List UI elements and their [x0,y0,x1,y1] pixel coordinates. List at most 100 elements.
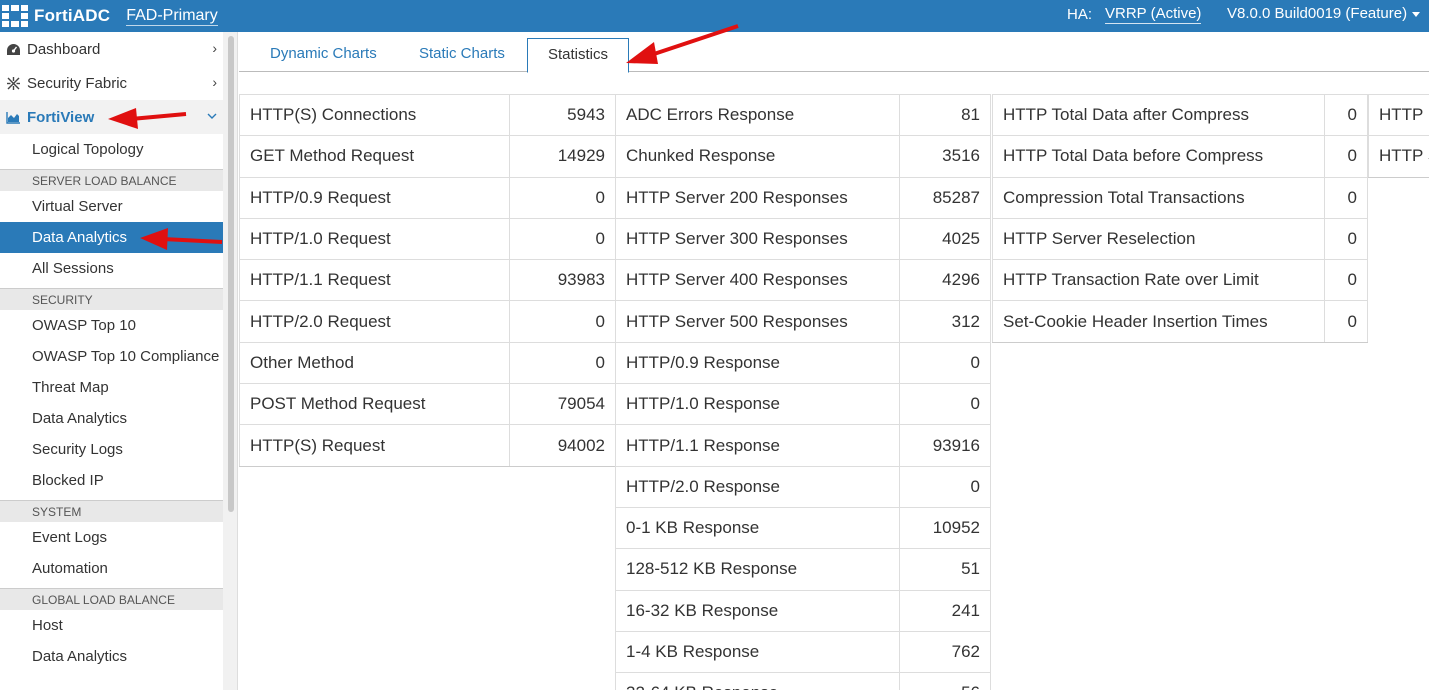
table-row: ADC Errors Response 81 [614,93,991,136]
table-row: HTTP/0.9 Response 0 [614,341,991,384]
sidebar-item-security-fabric[interactable]: Security Fabric › [0,66,223,100]
table-row: HTTP Server Reselection 0 [991,217,1368,260]
stat-value: 79054 [509,383,616,425]
stat-value: 762 [899,630,991,673]
table-row: HTTP Server 200 Responses 85287 [614,176,991,219]
table-row: HTTP/2.0 Request 0 [238,300,616,343]
stat-label: HTTP(S) Connections [238,93,511,136]
table-row: HTTP Total Data before Compress 0 [991,135,1368,178]
sidebar-item-event-logs[interactable]: Event Logs [0,522,223,553]
annotation-arrow-statistics [626,24,739,64]
stats-table-overflow: HTTP RHTTP S [1367,93,1429,178]
sidebar-group-global-load-balance: GLOBAL LOAD BALANCE [0,588,223,610]
stat-value: 4025 [899,217,991,260]
stat-value: 81 [899,93,991,136]
sidebar-item-label: Dashboard [27,40,101,58]
stat-label: 32-64 KB Response [614,672,901,690]
stat-value: 5943 [509,93,616,136]
stat-label: HTTP Server 200 Responses [614,176,901,219]
sidebar-scrollbar[interactable] [223,32,238,690]
table-row: HTTP/1.0 Request 0 [238,217,616,260]
stats-table-requests: HTTP(S) Connections 5943 GET Method Reques… [238,93,616,467]
sidebar-item-host[interactable]: Host [0,610,223,641]
table-row: HTTP/1.1 Response 93916 [614,424,991,467]
stat-value: 4296 [899,259,991,301]
stat-label: HTTP/0.9 Response [614,341,901,384]
stat-label: Other Method [238,341,511,384]
stat-value: 0 [509,341,616,384]
table-row: HTTP/1.0 Response 0 [614,383,991,425]
chevron-right-icon: › [212,74,217,90]
table-row: 128-512 KB Response 51 [614,548,991,591]
sidebar-item-automation[interactable]: Automation [0,553,223,584]
table-row: GET Method Request 14929 [238,135,616,178]
table-row: HTTP/2.0 Response 0 [614,465,991,508]
version-text: V8.0.0 Build0019 (Feature) [1227,5,1408,22]
sidebar-item-security-logs[interactable]: Security Logs [0,434,223,465]
table-row: 16-32 KB Response 241 [614,589,991,632]
annotation-arrow-fortiview [108,108,187,129]
sidebar-item-owasp-compliance[interactable]: OWASP Top 10 Compliance [0,341,223,372]
stat-label: HTTP/2.0 Request [238,300,511,343]
stats-table-compression: HTTP Total Data after Compress 0 HTTP Tota… [991,93,1368,343]
table-row: HTTP(S) Request 94002 [238,424,616,467]
fortinet-logo-icon[interactable] [2,5,28,27]
stat-value: 93916 [899,424,991,467]
stat-value: 0 [899,341,991,384]
sidebar-item-dashboard[interactable]: Dashboard › [0,32,223,66]
sidebar-item-virtual-server[interactable]: Virtual Server [0,191,223,222]
dashboard-gauge-icon [5,41,21,57]
stat-label: Set-Cookie Header Insertion Times [991,300,1326,343]
stat-label: HTTP/2.0 Response [614,465,901,508]
sidebar-item-data-analytics-glb[interactable]: Data Analytics [0,641,223,672]
scrollbar-thumb[interactable] [228,36,234,512]
stat-label: HTTP/1.1 Response [614,424,901,467]
sidebar-item-owasp-top10[interactable]: OWASP Top 10 [0,310,223,341]
sidebar-item-threat-map[interactable]: Threat Map [0,372,223,403]
stat-value: 10952 [899,506,991,549]
stat-label: HTTP Total Data before Compress [991,135,1326,178]
table-row: HTTP Transaction Rate over Limit 0 [991,259,1368,301]
sidebar-item-data-analytics-security[interactable]: Data Analytics [0,403,223,434]
table-row: 0-1 KB Response 10952 [614,506,991,549]
stat-label: HTTP Server 300 Responses [614,217,901,260]
stat-label: HTTP/0.9 Request [238,176,511,219]
table-row: HTTP S [1367,135,1429,178]
sidebar-item-label: Security Fabric [27,74,128,92]
table-row: HTTP R [1367,93,1429,136]
stat-label: HTTP Total Data after Compress [991,93,1326,136]
tab-static-charts[interactable]: Static Charts [419,38,505,72]
sidebar-item-logical-topology[interactable]: Logical Topology [0,134,223,165]
stat-label: HTTP Server Reselection [991,217,1326,260]
stat-value: 0 [1324,300,1368,343]
table-row: HTTP Server 300 Responses 4025 [614,217,991,260]
sidebar-item-all-sessions[interactable]: All Sessions [0,253,223,284]
stat-label: 16-32 KB Response [614,589,901,632]
table-row: 32-64 KB Response56 [614,672,991,690]
stat-label: HTTP/1.1 Request [238,259,511,301]
stat-label: POST Method Request [238,383,511,425]
table-row: HTTP Total Data after Compress 0 [991,93,1368,136]
stat-value: 0 [509,176,616,219]
stat-value: 94002 [509,424,616,467]
stat-label: 128-512 KB Response [614,548,901,591]
stat-label: HTTP Server 500 Responses [614,300,901,343]
stat-value: 0 [1324,135,1368,178]
table-row: Other Method 0 [238,341,616,384]
tab-bar: Dynamic Charts Static Charts Statistics [239,32,1429,73]
version-dropdown[interactable]: V8.0.0 Build0019 (Feature) [1227,5,1421,23]
sidebar-item-blocked-ip[interactable]: Blocked IP [0,465,223,496]
stat-label: Compression Total Transactions [991,176,1326,219]
tab-dynamic-charts[interactable]: Dynamic Charts [270,38,377,72]
chevron-down-icon [207,107,217,123]
tab-statistics[interactable]: Statistics [527,38,630,73]
sidebar-item-label: FortiView [27,108,95,126]
stat-label: HTTP(S) Request [238,424,511,467]
hostname-link[interactable]: FAD-Primary [126,7,218,26]
stat-label: HTTP/1.0 Request [238,217,511,260]
stat-value: 241 [899,589,991,632]
sidebar-group-system: SYSTEM [0,500,223,522]
ha-status-link[interactable]: VRRP (Active) [1105,5,1202,24]
stat-label: Chunked Response [614,135,901,178]
stat-label: ADC Errors Response [614,93,901,136]
